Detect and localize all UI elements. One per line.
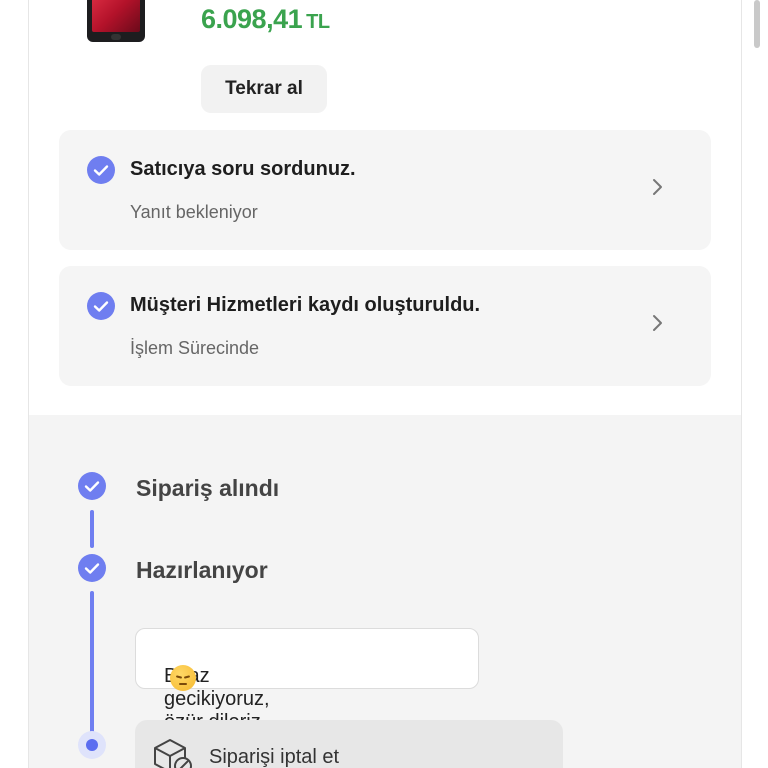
cancel-order-label: Siparişi iptal et: [209, 746, 340, 768]
timeline-connector: [90, 510, 94, 548]
info-card-title: Müşteri Hizmetleri kaydı oluşturuldu.: [130, 294, 481, 316]
phone-home-button: [111, 34, 121, 40]
product-price: 6.098,41 TL: [201, 4, 330, 35]
package-cancel-icon: [154, 739, 192, 768]
info-card-subtitle: İşlem Sürecinde: [130, 338, 260, 358]
check-circle-icon: [87, 292, 115, 320]
timeline-step-label: Sipariş alındı: [136, 475, 280, 501]
check-circle-icon: [78, 472, 106, 500]
price-value: 6.098,41: [201, 4, 303, 34]
phone-screen: [92, 0, 140, 32]
product-image[interactable]: [87, 0, 145, 42]
current-step-indicator: [78, 731, 106, 759]
scrollbar[interactable]: [754, 0, 760, 48]
repurchase-button[interactable]: Tekrar al: [201, 65, 327, 113]
check-circle-icon: [78, 554, 106, 582]
chevron-right-icon: [653, 315, 662, 331]
current-step-dot: [86, 739, 98, 751]
timeline-step-label: Hazırlanıyor: [136, 557, 268, 583]
order-timeline: Sipariş alındı Hazırlanıyor Biraz geciki…: [29, 415, 741, 768]
sad-face-emoji-icon: [170, 665, 196, 691]
info-card-subtitle: Yanıt bekleniyor: [130, 202, 258, 222]
order-detail-card: 6.098,41 TL Tekrar al Satıcıya soru sordu…: [28, 0, 742, 768]
info-card-customer-service[interactable]: Müşteri Hizmetleri kaydı oluşturuldu. İş…: [59, 266, 711, 386]
cancel-order-button[interactable]: Siparişi iptal et: [135, 720, 563, 768]
check-circle-icon: [87, 156, 115, 184]
chevron-right-icon: [653, 179, 662, 195]
timeline-connector: [90, 591, 94, 739]
info-card-title: Satıcıya soru sordunuz.: [130, 158, 356, 180]
info-card-seller-question[interactable]: Satıcıya soru sordunuz. Yanıt bekleniyor: [59, 130, 711, 250]
price-currency: TL: [306, 11, 330, 33]
delay-message: Biraz gecikiyoruz, özür dileriz: [135, 628, 479, 733]
